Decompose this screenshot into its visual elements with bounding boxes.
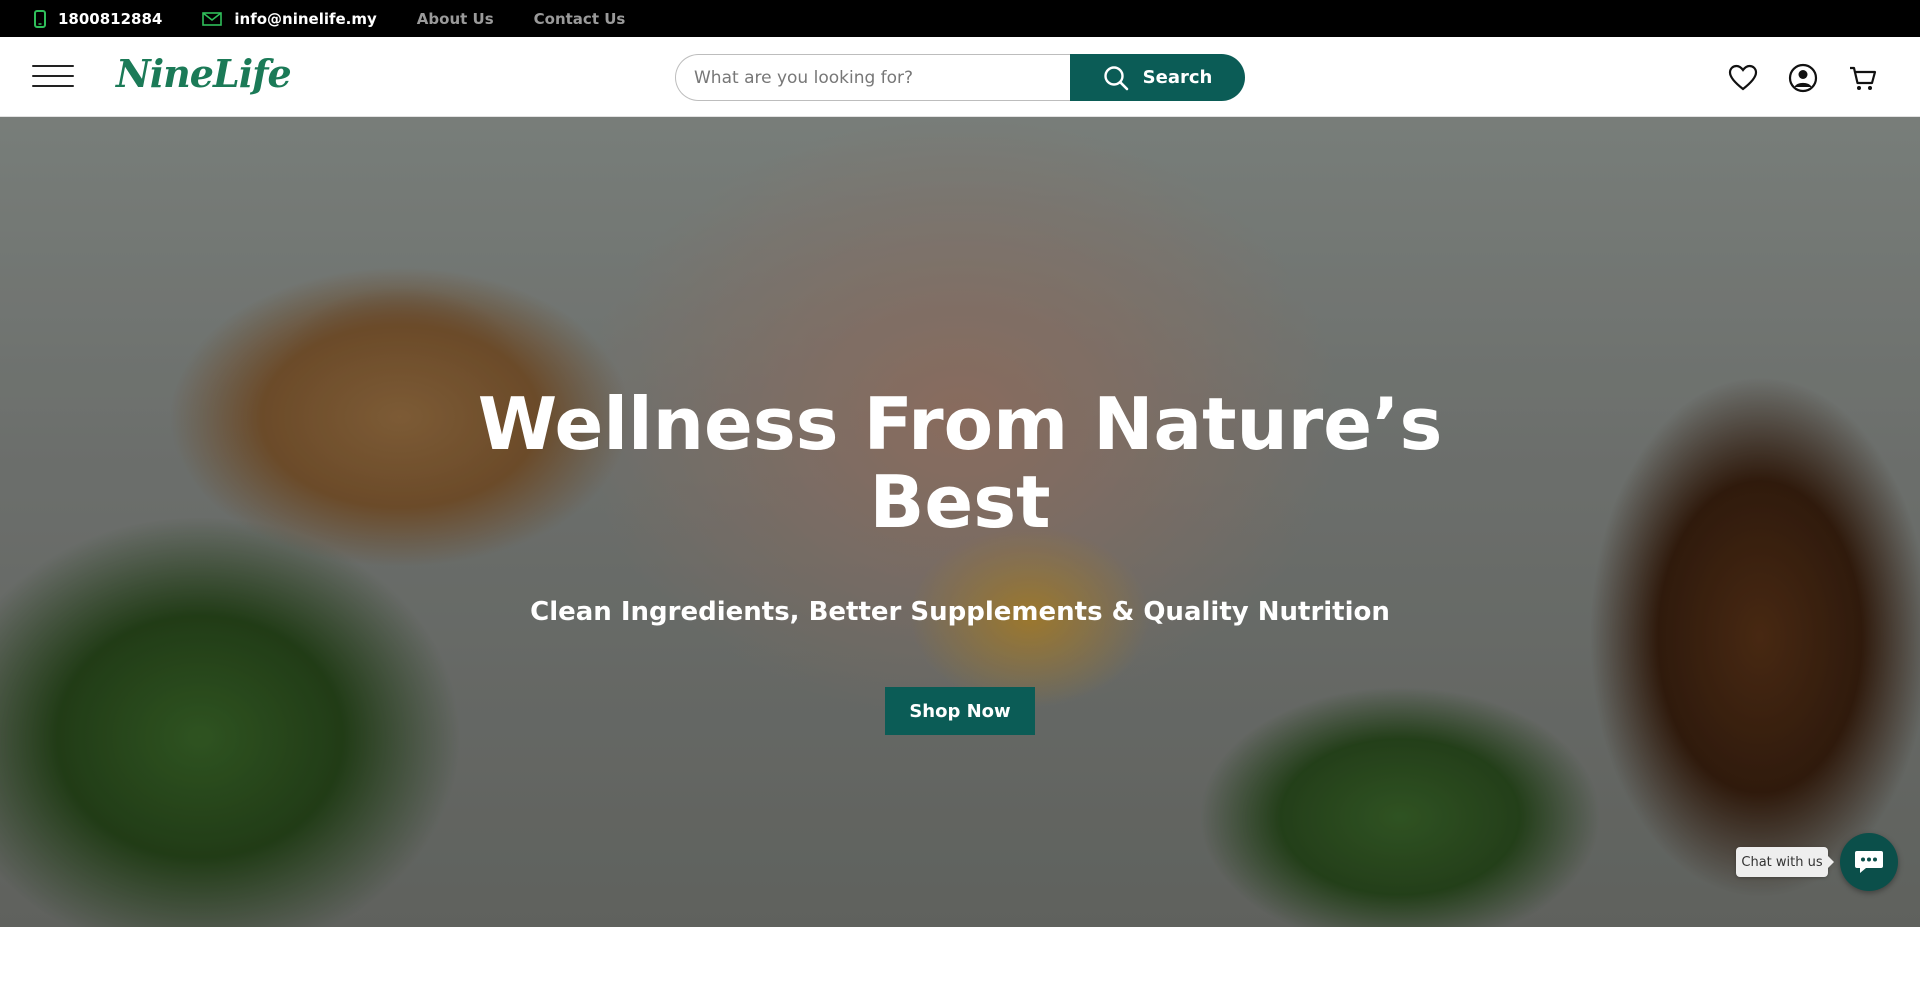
search-bar: Search: [675, 54, 1245, 101]
about-us-link[interactable]: About Us: [417, 10, 494, 28]
hero-subtitle: Clean Ingredients, Better Supplements & …: [530, 597, 1390, 627]
chat-icon: [1855, 851, 1883, 873]
phone-number: 1800812884: [58, 9, 163, 28]
email-address: info@ninelife.my: [234, 9, 377, 28]
top-bar: 1800812884 info@ninelife.my About Us Con…: [0, 0, 1920, 37]
menu-icon[interactable]: [32, 61, 74, 91]
search-button-label: Search: [1142, 67, 1213, 88]
phone-contact[interactable]: 1800812884: [34, 9, 163, 28]
hero-banner: Wellness From Nature’s Best Clean Ingred…: [0, 117, 1920, 927]
chat-label[interactable]: Chat with us: [1736, 847, 1834, 877]
site-logo[interactable]: NineLife: [116, 51, 292, 96]
contact-us-link[interactable]: Contact Us: [534, 10, 626, 28]
cart-icon[interactable]: [1848, 63, 1878, 93]
phone-icon: [34, 9, 46, 28]
account-icon[interactable]: [1788, 63, 1818, 93]
search-icon: [1103, 65, 1128, 90]
hero-title: Wellness From Nature’s Best: [477, 382, 1443, 544]
heart-icon[interactable]: [1728, 63, 1758, 93]
site-header: NineLife Search: [0, 37, 1920, 117]
shop-now-button[interactable]: Shop Now: [885, 687, 1035, 735]
search-input[interactable]: [675, 54, 1070, 101]
mail-icon: [202, 11, 223, 26]
chat-button[interactable]: [1840, 833, 1898, 891]
search-button[interactable]: Search: [1070, 54, 1245, 101]
email-contact[interactable]: info@ninelife.my: [202, 9, 377, 28]
